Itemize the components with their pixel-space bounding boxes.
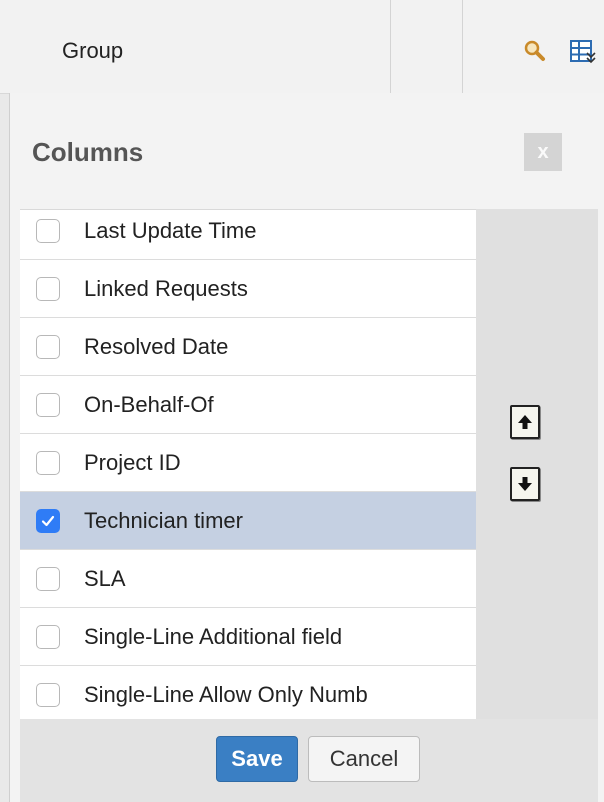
arrow-up-icon xyxy=(518,415,532,429)
arrow-down-icon xyxy=(518,477,532,491)
checkbox-checked[interactable] xyxy=(36,509,60,533)
list-item-label: Technician timer xyxy=(84,508,243,533)
move-down-button[interactable] xyxy=(510,467,540,501)
list-item[interactable]: On-Behalf-Of xyxy=(20,376,476,434)
close-button[interactable]: x xyxy=(524,133,562,171)
table-header: Group xyxy=(0,0,604,94)
check-icon xyxy=(41,515,55,527)
save-button[interactable]: Save xyxy=(216,736,298,782)
list-item-label: Single-Line Additional field xyxy=(84,624,343,649)
list-item-label: Project ID xyxy=(84,450,181,475)
popup-footer: Save Cancel xyxy=(20,719,598,802)
list-item[interactable]: Project ID xyxy=(20,434,476,492)
list-item-label: Single-Line Allow Only Numb xyxy=(84,682,368,707)
list-item[interactable]: SLA xyxy=(20,550,476,608)
cancel-button[interactable]: Cancel xyxy=(308,736,420,782)
reorder-panel xyxy=(476,209,598,719)
list-item-label: On-Behalf-Of xyxy=(84,392,214,417)
list-item-label: Resolved Date xyxy=(84,334,229,359)
move-up-button[interactable] xyxy=(510,405,540,439)
list-item-selected[interactable]: Technician timer xyxy=(20,492,476,550)
checkbox[interactable] xyxy=(36,451,60,475)
checkbox[interactable] xyxy=(36,277,60,301)
checkbox[interactable] xyxy=(36,393,60,417)
checkbox[interactable] xyxy=(36,219,60,243)
list-item-label: Linked Requests xyxy=(84,276,248,301)
checkbox[interactable] xyxy=(36,567,60,591)
list-item-label: SLA xyxy=(84,566,126,591)
checkbox[interactable] xyxy=(36,683,60,707)
column-chooser-icon[interactable] xyxy=(570,38,604,66)
column-list[interactable]: Last Update Time Linked Requests Resolve… xyxy=(20,209,476,720)
list-item[interactable]: Single-Line Allow Only Numb xyxy=(20,666,476,720)
column-divider xyxy=(462,0,463,93)
list-item[interactable]: Linked Requests xyxy=(20,260,476,318)
search-icon[interactable] xyxy=(522,38,548,64)
checkbox[interactable] xyxy=(36,335,60,359)
list-item-label: Last Update Time xyxy=(84,218,257,243)
columns-popup: Columns x Last Update Time Linked Reques… xyxy=(9,93,604,802)
column-header-group[interactable]: Group xyxy=(62,38,123,64)
list-item[interactable]: Resolved Date xyxy=(20,318,476,376)
list-item[interactable]: Last Update Time xyxy=(20,210,476,260)
column-divider xyxy=(390,0,391,93)
list-item[interactable]: Single-Line Additional field xyxy=(20,608,476,666)
popup-title: Columns xyxy=(32,137,144,167)
checkbox[interactable] xyxy=(36,625,60,649)
